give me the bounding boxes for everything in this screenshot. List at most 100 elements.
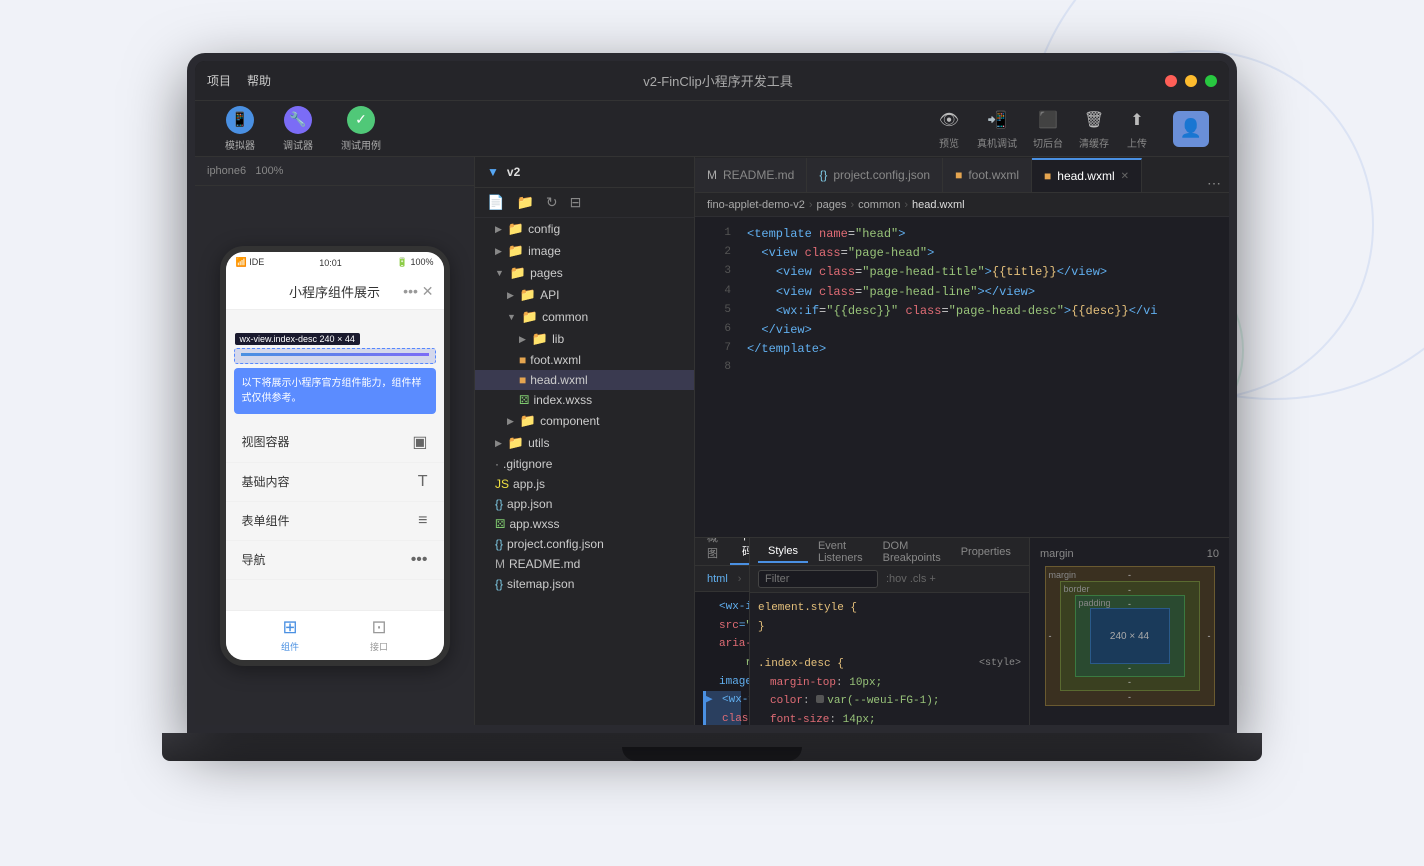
highlighted-component-area: wx-view.index-desc 240 × 44 以下将展示小程序官方组件…: [226, 340, 444, 422]
styles-tab-properties[interactable]: Properties: [951, 542, 1021, 562]
styles-tab-styles[interactable]: Styles: [758, 541, 808, 563]
tree-label-common: common: [542, 310, 588, 324]
css-prop-margin-top: margin-top: 10px;: [758, 677, 882, 689]
html-tag-html[interactable]: html: [703, 572, 732, 586]
tab-foot-wxml[interactable]: ■ foot.wxml: [943, 158, 1032, 192]
maximize-button[interactable]: [1205, 75, 1217, 87]
tab-project-config[interactable]: {} project.config.json: [807, 158, 943, 192]
debug-button[interactable]: 🔧 调试器: [273, 102, 323, 156]
line-content-4: <view class="page-head-line"></view>: [747, 283, 1035, 302]
tree-item-app-json[interactable]: {} app.json: [475, 494, 694, 514]
tab-foot-icon: ■: [955, 168, 962, 182]
tree-item-app-js[interactable]: JS app.js: [475, 474, 694, 494]
new-file-icon[interactable]: 📄: [483, 192, 508, 213]
phone-title-bar: 小程序组件展示 ••• ✕: [226, 274, 444, 310]
tab-readme[interactable]: M README.md: [695, 158, 807, 192]
tree-item-image[interactable]: ▶ 📁 image: [475, 240, 694, 262]
chevron-utils: ▶: [495, 438, 502, 449]
real-device-action[interactable]: 📲 真机调试: [977, 108, 1017, 150]
comp-row-view[interactable]: 视图容器 ▣: [226, 422, 444, 463]
simulator-panel: iphone6 100% 📶 IDE 10:01 🔋 100%: [195, 157, 475, 725]
comp-row-basic[interactable]: 基础内容 T: [226, 463, 444, 502]
collapse-icon[interactable]: ⊟: [566, 192, 586, 213]
comp-icon-view: ▣: [412, 432, 427, 452]
refresh-icon[interactable]: ↻: [542, 192, 562, 213]
file-tree-header: ▼ v2: [475, 157, 694, 188]
tree-item-component[interactable]: ▶ 📁 component: [475, 410, 694, 432]
clear-cache-action[interactable]: 🗑 清缓存: [1079, 108, 1109, 150]
panel-tab-source[interactable]: 源代码: [730, 538, 749, 565]
tab-head-wxml[interactable]: ■ head.wxml ✕: [1032, 158, 1142, 192]
menu-bar: 项目 帮助: [207, 72, 271, 89]
close-button[interactable]: [1165, 75, 1177, 87]
tree-label-gitignore: .gitignore: [503, 457, 552, 471]
tree-item-sitemap[interactable]: {} sitemap.json: [475, 574, 694, 594]
head-line: [241, 353, 429, 356]
test-button[interactable]: ✓ 测试用例: [331, 102, 391, 156]
code-editor: 1 <template name="head"> 2 <view class="…: [695, 217, 1229, 537]
preview-label: 预览: [939, 135, 959, 150]
tree-item-app-wxss[interactable]: ⚄ app.wxss: [475, 514, 694, 534]
nav-api-icon: ⊡: [371, 617, 386, 638]
tree-item-head-wxml[interactable]: ■ head.wxml: [475, 370, 694, 390]
chevron-pages: ▼: [495, 268, 504, 278]
zoom-level: 100%: [255, 165, 283, 177]
chevron-config: ▶: [495, 224, 502, 235]
styles-filter-hint: :hov .cls +: [886, 573, 936, 585]
tree-item-config[interactable]: ▶ 📁 config: [475, 218, 694, 240]
tree-item-readme[interactable]: M README.md: [475, 554, 694, 574]
toolbar-mode-buttons: 📱 模拟器 🔧 调试器 ✓ 测试用例: [215, 102, 391, 156]
tree-label-config: config: [528, 222, 560, 236]
minimize-button[interactable]: [1185, 75, 1197, 87]
tree-item-utils[interactable]: ▶ 📁 utils: [475, 432, 694, 454]
box-model-viz: margin border - padding -: [1045, 566, 1215, 706]
device-name: iphone6: [207, 165, 246, 177]
tree-item-common[interactable]: ▼ 📁 common: [475, 306, 694, 328]
styles-filter-input[interactable]: [758, 570, 878, 588]
tree-item-pages[interactable]: ▼ 📁 pages: [475, 262, 694, 284]
breadcrumb-bar: fino-applet-demo-v2 › pages › common › h…: [695, 193, 1229, 217]
code-lines[interactable]: 1 <template name="head"> 2 <view class="…: [695, 217, 1229, 537]
menu-item-project[interactable]: 项目: [207, 72, 231, 89]
styles-tab-listeners[interactable]: Event Listeners: [808, 536, 873, 568]
phone-app-title: 小程序组件展示: [289, 282, 380, 301]
styles-tab-breakpoints[interactable]: DOM Breakpoints: [873, 536, 951, 568]
simulate-button[interactable]: 📱 模拟器: [215, 102, 265, 156]
file-icon-gitignore: ·: [495, 457, 499, 471]
folder-icon-component: 📁: [520, 413, 536, 429]
bm-margin-bottom: -: [1128, 692, 1131, 702]
phone-more-dots[interactable]: ••• ✕: [403, 283, 433, 300]
folder-icon-utils: 📁: [508, 435, 524, 451]
battery-status: 🔋 100%: [397, 257, 434, 268]
bm-margin-right: -: [1208, 631, 1211, 641]
toolbar-actions: 👁 预览 📲 真机调试 ⬛ 切后台 🗑 清缓存: [937, 108, 1209, 150]
comp-row-form[interactable]: 表单组件 ≡: [226, 502, 444, 541]
tree-item-index-wxss[interactable]: ⚄ index.wxss: [475, 390, 694, 410]
cut-action[interactable]: ⬛ 切后台: [1033, 108, 1063, 150]
menu-item-help[interactable]: 帮助: [247, 72, 271, 89]
laptop-notch: [622, 747, 802, 761]
tree-item-api[interactable]: ▶ 📁 API: [475, 284, 694, 306]
tab-project-icon: {}: [819, 168, 827, 182]
tree-item-foot-wxml[interactable]: ■ foot.wxml: [475, 350, 694, 370]
cut-label: 切后台: [1033, 135, 1063, 150]
tab-close-icon[interactable]: ✕: [1121, 171, 1129, 182]
file-icon-app-js: JS: [495, 477, 509, 491]
upload-action[interactable]: ⬆ 上传: [1125, 108, 1149, 150]
nav-component[interactable]: ⊞ 组件: [281, 617, 299, 653]
line-content-5: <wx:if="{{desc}}" class="page-head-desc"…: [747, 302, 1158, 321]
line-content-6: </view>: [747, 321, 812, 340]
comp-row-nav[interactable]: 导航 •••: [226, 541, 444, 580]
new-folder-icon[interactable]: 📁: [512, 192, 537, 213]
tab-more-button[interactable]: ⋯: [1199, 175, 1229, 192]
laptop-bottom: [162, 733, 1262, 761]
tree-item-lib[interactable]: ▶ 📁 lib: [475, 328, 694, 350]
signal-status: 📶 IDE: [236, 257, 265, 268]
user-avatar[interactable]: 👤: [1173, 111, 1209, 147]
code-line-3: 3 <view class="page-head-title">{{title}…: [695, 263, 1229, 282]
panel-tab-overview[interactable]: 概图: [695, 538, 730, 565]
tree-item-project-config[interactable]: {} project.config.json: [475, 534, 694, 554]
preview-action[interactable]: 👁 预览: [937, 108, 961, 150]
tree-item-gitignore[interactable]: · .gitignore: [475, 454, 694, 474]
nav-api[interactable]: ⊡ 接口: [370, 617, 388, 653]
